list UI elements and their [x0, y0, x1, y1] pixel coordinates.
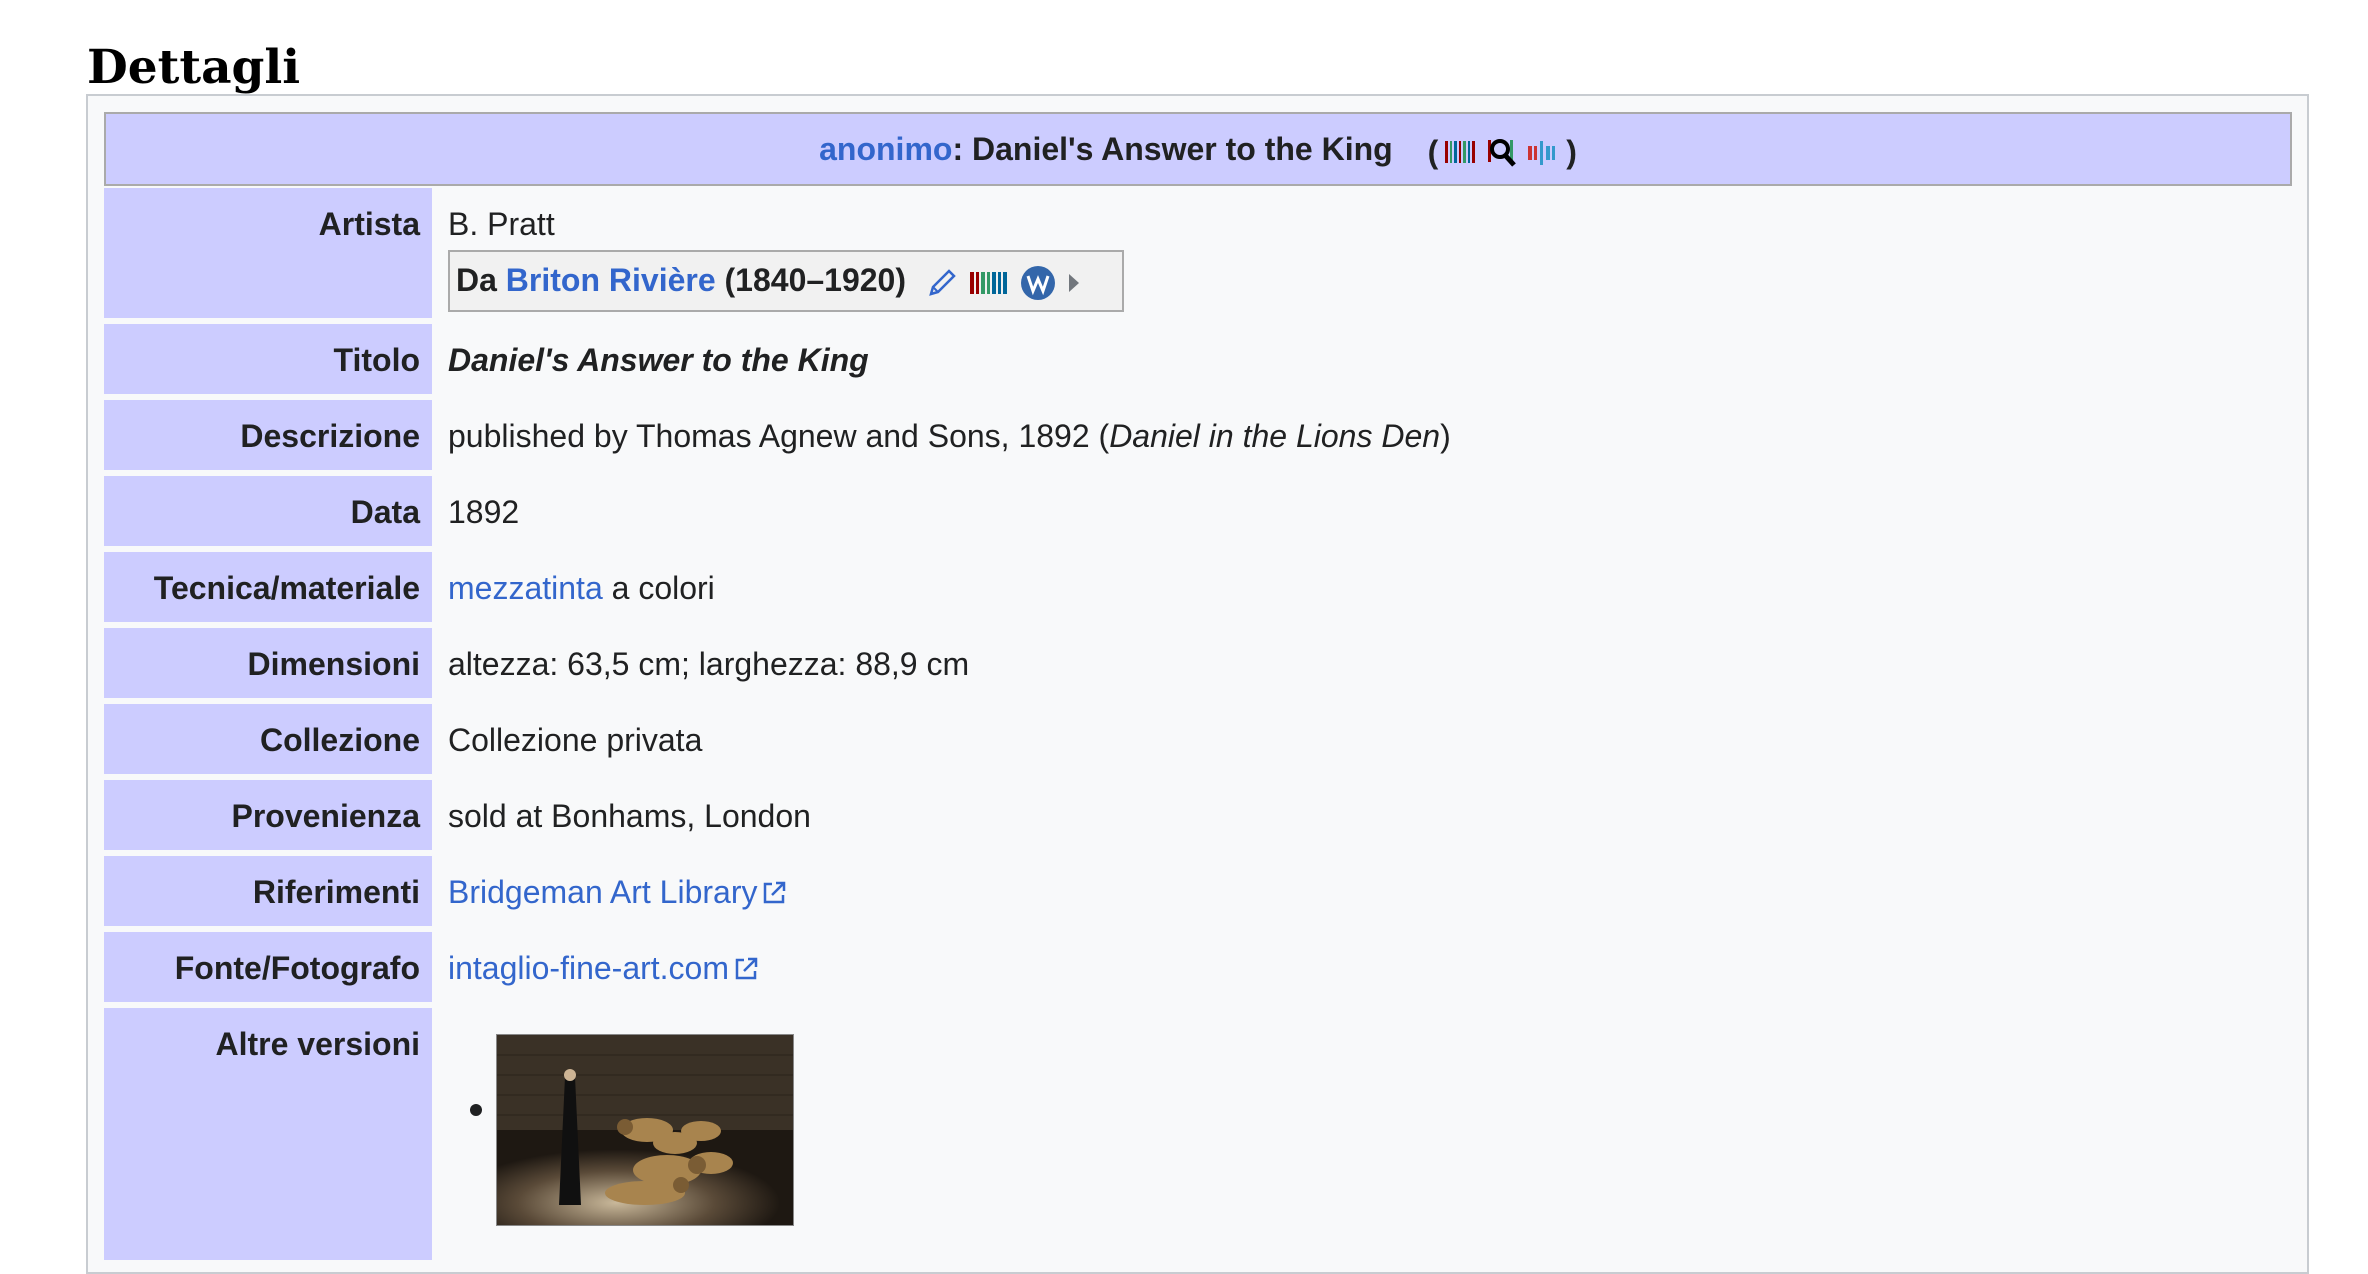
- author-link[interactable]: anonimo: [819, 131, 952, 167]
- icons-open-paren: (: [1427, 133, 1439, 170]
- row-fonte: Fonte/Fotografo intaglio-fine-art.com: [104, 932, 2292, 1002]
- label-data: Data: [104, 476, 432, 546]
- tecnica-rest: a colori: [602, 570, 715, 606]
- external-link-icon: [764, 881, 786, 904]
- infobox-title-bar: anonimo: Daniel's Answer to the King ( ): [104, 112, 2292, 186]
- row-collezione: Collezione Collezione privata: [104, 704, 2292, 774]
- value-dimensioni: altezza: 63,5 cm; larghezza: 88,9 cm: [448, 646, 970, 682]
- intaglio-link[interactable]: intaglio-fine-art.com: [448, 950, 729, 986]
- wikisource-globe-icon[interactable]: [1019, 264, 1057, 302]
- version-thumbnail[interactable]: [496, 1034, 794, 1226]
- value-provenienza: sold at Bonhams, London: [448, 798, 811, 834]
- creator-icons: [925, 264, 1081, 302]
- label-altre-versioni: Altre versioni: [104, 1008, 432, 1260]
- creator-name-link[interactable]: Briton Rivière: [506, 262, 716, 298]
- descrizione-text: published by Thomas Agnew and Sons, 1892…: [448, 418, 1110, 454]
- row-altre-versioni: Altre versioni: [104, 1008, 2292, 1260]
- icons-close-paren: ): [1566, 133, 1577, 170]
- row-artista: Artista B. Pratt Da Briton Rivière (1840…: [104, 188, 2292, 318]
- value-titolo: Daniel's Answer to the King: [448, 342, 869, 378]
- expand-triangle-icon[interactable]: [1067, 272, 1081, 294]
- label-artista: Artista: [104, 188, 432, 318]
- row-titolo: Titolo Daniel's Answer to the King: [104, 324, 2292, 394]
- label-fonte: Fonte/Fotografo: [104, 932, 432, 1002]
- row-data: Data 1892: [104, 476, 2292, 546]
- label-collezione: Collezione: [104, 704, 432, 774]
- wikidata-barcode-icon[interactable]: [969, 270, 1009, 296]
- row-tecnica: Tecnica/materiale mezzatinta a colori: [104, 552, 2292, 622]
- bridgeman-link[interactable]: Bridgeman Art Library: [448, 874, 757, 910]
- creator-dates: (1840–1920): [724, 262, 906, 298]
- painting-thumbnail-image: [497, 1035, 793, 1225]
- label-riferimenti: Riferimenti: [104, 856, 432, 926]
- row-dimensioni: Dimensioni altezza: 63,5 cm; larghezza: …: [104, 628, 2292, 698]
- row-riferimenti: Riferimenti Bridgeman Art Library: [104, 856, 2292, 926]
- row-descrizione: Descrizione published by Thomas Agnew an…: [104, 400, 2292, 470]
- row-provenienza: Provenienza sold at Bonhams, London: [104, 780, 2292, 850]
- value-tecnica: mezzatinta a colori: [448, 552, 2292, 622]
- label-provenienza: Provenienza: [104, 780, 432, 850]
- value-riferimenti: Bridgeman Art Library: [448, 856, 2292, 926]
- value-collezione: Collezione privata: [448, 722, 703, 758]
- label-dimensioni: Dimensioni: [104, 628, 432, 698]
- value-data: 1892: [448, 494, 520, 530]
- title-separator: :: [952, 131, 964, 167]
- title-icons: ( ): [1428, 136, 1577, 168]
- wikidata-barcode-icon[interactable]: [1444, 138, 1480, 166]
- wikidata-edit-icon[interactable]: [1526, 138, 1560, 166]
- label-tecnica: Tecnica/materiale: [104, 552, 432, 622]
- label-titolo: Titolo: [104, 324, 432, 394]
- label-descrizione: Descrizione: [104, 400, 432, 470]
- creator-prefix: Da: [456, 262, 497, 298]
- pencil-edit-icon[interactable]: [925, 266, 959, 300]
- descrizione-italic: Daniel in the Lions Den: [1109, 418, 1441, 454]
- list-bullet: [470, 1104, 482, 1116]
- value-descrizione: published by Thomas Agnew and Sons, 1892…: [448, 400, 2292, 470]
- value-fonte: intaglio-fine-art.com: [448, 932, 2292, 1002]
- mezzatinta-link[interactable]: mezzatinta: [448, 570, 603, 606]
- search-magnifier-icon[interactable]: [1486, 137, 1520, 167]
- descrizione-close: ): [1440, 418, 1451, 454]
- creator-box: Da Briton Rivière (1840–1920): [448, 250, 1124, 312]
- external-link-icon: [735, 957, 758, 980]
- work-title: Daniel's Answer to the King: [971, 131, 1393, 167]
